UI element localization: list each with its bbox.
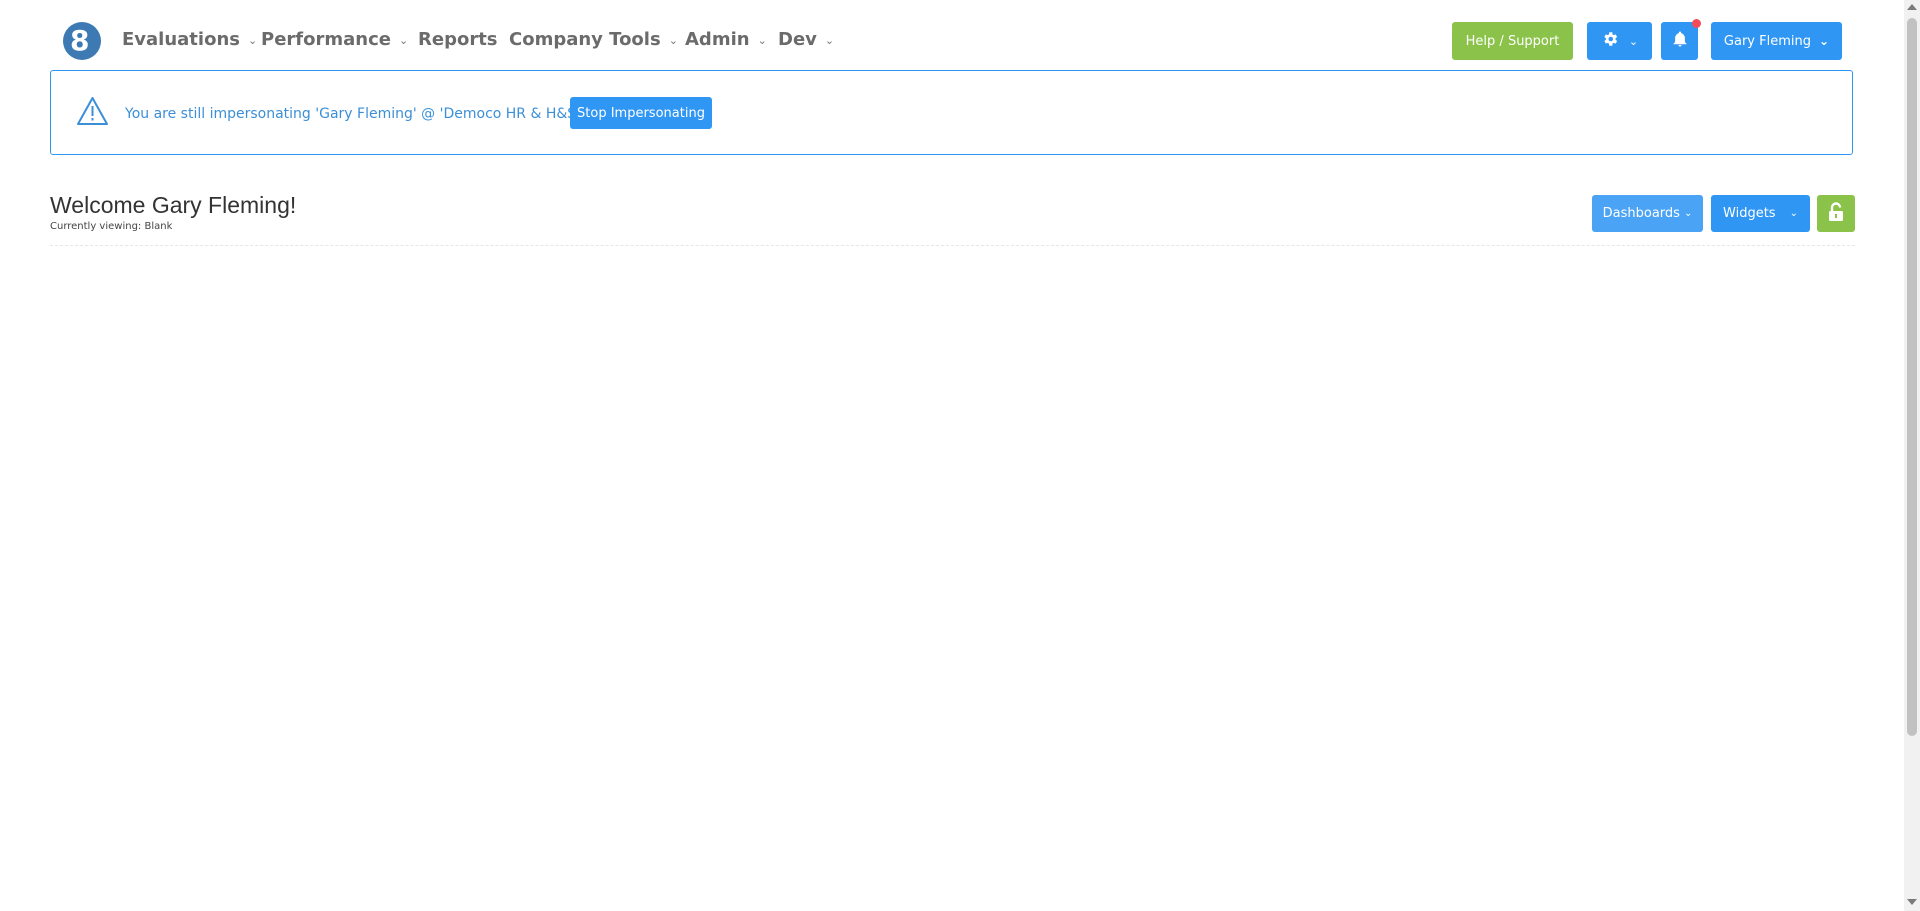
- widgets-dropdown-button[interactable]: Widgets ⌄: [1711, 195, 1810, 232]
- chevron-down-icon: ⌄: [824, 33, 835, 47]
- unlock-layout-button[interactable]: [1817, 195, 1855, 232]
- chevron-down-icon: ⌄: [1819, 34, 1830, 48]
- scroll-down-arrow[interactable]: [1907, 899, 1917, 905]
- scrollbar-thumb[interactable]: [1907, 18, 1917, 736]
- app-logo[interactable]: 8: [63, 22, 101, 60]
- nav-admin[interactable]: Admin ⌄: [685, 29, 767, 50]
- chevron-down-icon: ⌄: [1628, 34, 1639, 48]
- impersonation-message: You are still impersonating 'Gary Flemin…: [125, 106, 607, 122]
- nav-dev[interactable]: Dev ⌄: [778, 29, 834, 50]
- warning-icon: [76, 96, 109, 130]
- logo-mark: 8: [70, 24, 90, 57]
- unlock-icon: [1827, 201, 1845, 226]
- chevron-down-icon: ⌄: [757, 33, 767, 47]
- stop-impersonating-button[interactable]: Stop Impersonating: [570, 97, 712, 129]
- settings-dropdown-button[interactable]: ⌄: [1587, 22, 1652, 60]
- user-menu-button[interactable]: Gary Fleming ⌄: [1711, 22, 1842, 60]
- dashboards-dropdown-button[interactable]: Dashboards ⌄: [1592, 195, 1703, 232]
- notification-badge: [1692, 19, 1701, 28]
- nav-reports[interactable]: Reports: [418, 29, 498, 50]
- gear-icon: [1601, 30, 1619, 52]
- nav-evaluations[interactable]: Evaluations ⌄: [122, 29, 257, 50]
- chevron-down-icon: ⌄: [668, 33, 678, 47]
- nav-company-tools[interactable]: Company Tools ⌄: [509, 29, 678, 50]
- top-navigation: 8 Evaluations ⌄ Performance ⌄ Reports Comp…: [0, 0, 1904, 70]
- page-title: Welcome Gary Fleming!: [50, 192, 297, 218]
- chevron-down-icon: ⌄: [1683, 208, 1693, 219]
- current-dashboard-label: Currently viewing: Blank: [50, 221, 173, 232]
- header-divider: [50, 245, 1855, 246]
- impersonation-alert: You are still impersonating 'Gary Flemin…: [50, 70, 1853, 155]
- chevron-down-icon: ⌄: [398, 33, 409, 47]
- scroll-up-arrow[interactable]: [1907, 4, 1917, 10]
- nav-performance[interactable]: Performance ⌄: [261, 29, 408, 50]
- bell-icon: [1671, 30, 1689, 52]
- help-support-button[interactable]: Help / Support: [1452, 22, 1573, 60]
- vertical-scrollbar[interactable]: [1904, 0, 1920, 911]
- notifications-button[interactable]: [1661, 19, 1701, 60]
- chevron-down-icon: ⌄: [247, 33, 258, 47]
- chevron-down-icon: ⌄: [1789, 208, 1798, 219]
